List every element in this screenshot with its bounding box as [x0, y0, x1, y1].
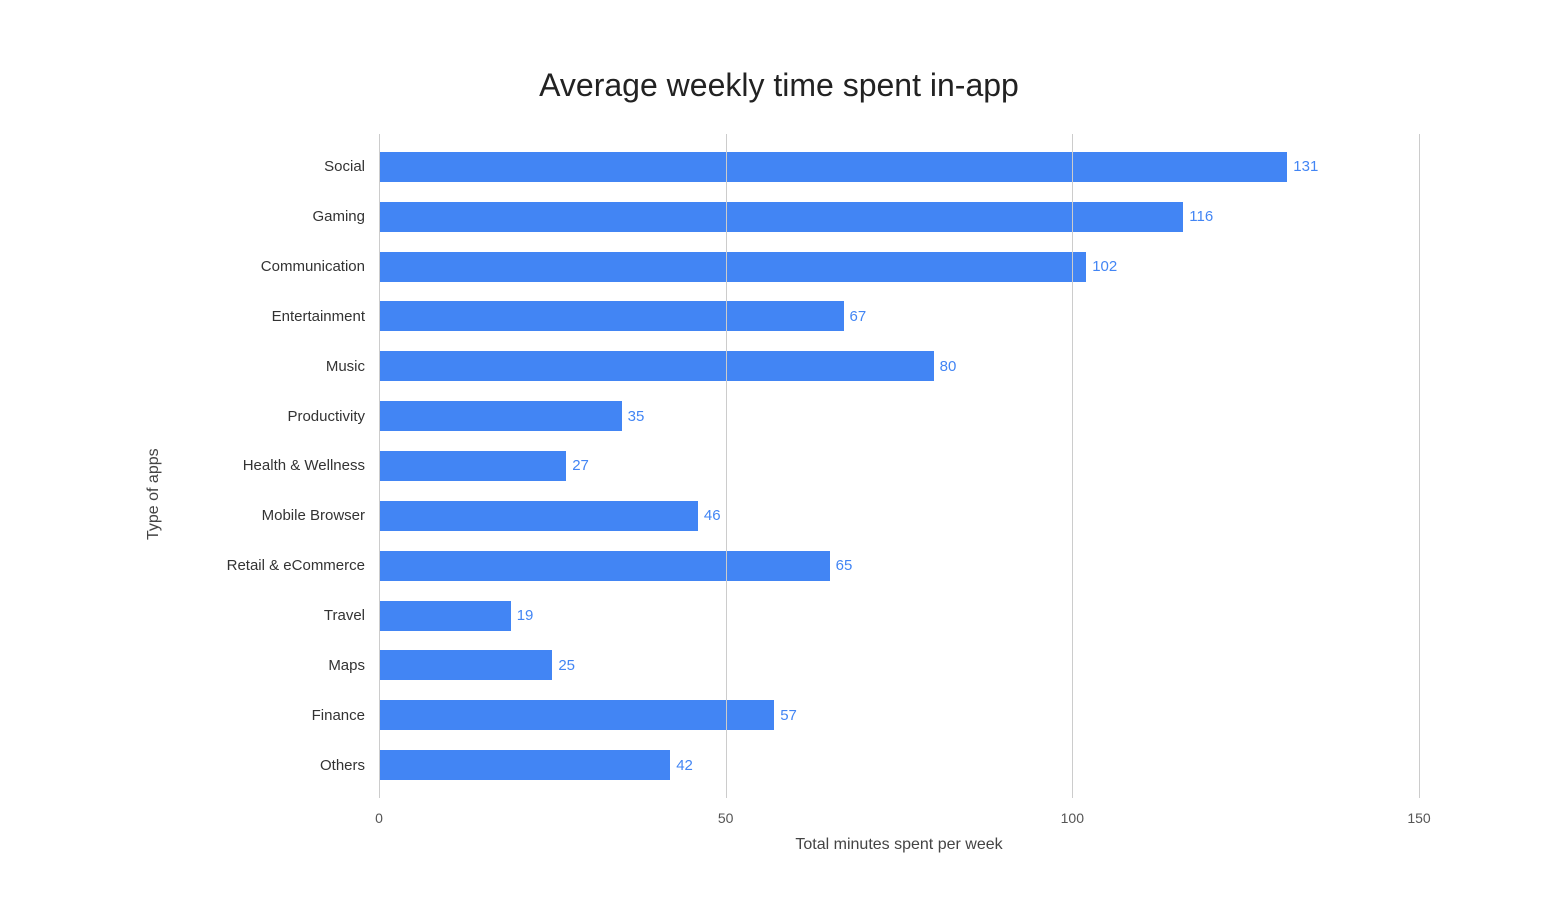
category-label: Maps: [179, 657, 379, 674]
bar-wrapper: 46: [379, 495, 1419, 537]
x-axis-label: Total minutes spent per week: [379, 836, 1419, 854]
bar-row: Mobile Browser 46: [179, 495, 1419, 537]
bar: [379, 501, 698, 531]
bar-wrapper: 102: [379, 246, 1419, 288]
bar-wrapper: 67: [379, 295, 1419, 337]
bar-row: Others 42: [179, 744, 1419, 786]
bar-value: 65: [836, 557, 853, 574]
bar-value: 25: [558, 657, 575, 674]
bar-wrapper: 19: [379, 595, 1419, 637]
category-label: Communication: [179, 258, 379, 275]
bar-row: Music 80: [179, 345, 1419, 387]
bars-and-grid: Social 131 Gaming 116 Communication 102 Entert…: [179, 134, 1419, 798]
bar-wrapper: 25: [379, 644, 1419, 686]
chart-title: Average weekly time spent in-app: [139, 67, 1419, 104]
bar-value: 57: [780, 707, 797, 724]
bar-value: 35: [628, 408, 645, 425]
bar: [379, 700, 774, 730]
category-label: Retail & eCommerce: [179, 557, 379, 574]
bar: [379, 551, 830, 581]
bar-value: 131: [1293, 158, 1318, 175]
bar-wrapper: 27: [379, 445, 1419, 487]
category-label: Others: [179, 757, 379, 774]
bar-row: Health & Wellness 27: [179, 445, 1419, 487]
category-label: Gaming: [179, 208, 379, 225]
bar-value: 102: [1092, 258, 1117, 275]
bar-value: 19: [517, 607, 534, 624]
x-tick-label: 0: [375, 810, 383, 826]
bar-wrapper: 65: [379, 545, 1419, 587]
bar-row: Entertainment 67: [179, 295, 1419, 337]
grid-line: [1419, 134, 1420, 798]
category-label: Social: [179, 158, 379, 175]
bars-container: Social 131 Gaming 116 Communication 102 Entert…: [179, 134, 1419, 798]
category-label: Productivity: [179, 408, 379, 425]
category-label: Finance: [179, 707, 379, 724]
x-axis: 050100150: [379, 798, 1419, 826]
bar: [379, 202, 1183, 232]
bar: [379, 152, 1287, 182]
bar: [379, 650, 552, 680]
bar-row: Travel 19: [179, 595, 1419, 637]
bar-value: 42: [676, 757, 693, 774]
bar-row: Maps 25: [179, 644, 1419, 686]
bar-row: Productivity 35: [179, 395, 1419, 437]
bar-value: 80: [940, 358, 957, 375]
bar-row: Finance 57: [179, 694, 1419, 736]
bar-value: 27: [572, 457, 589, 474]
y-axis-label: Type of apps: [139, 134, 169, 854]
category-label: Health & Wellness: [179, 457, 379, 474]
x-tick-label: 100: [1061, 810, 1084, 826]
category-label: Travel: [179, 607, 379, 624]
bar: [379, 401, 622, 431]
bar-value: 46: [704, 507, 721, 524]
bar-wrapper: 42: [379, 744, 1419, 786]
bar: [379, 301, 844, 331]
bar: [379, 601, 511, 631]
bar-wrapper: 57: [379, 694, 1419, 736]
bar-row: Social 131: [179, 146, 1419, 188]
x-tick-label: 150: [1407, 810, 1430, 826]
chart-container: Average weekly time spent in-app Type of…: [79, 27, 1479, 897]
bar-value: 116: [1189, 208, 1213, 225]
category-label: Music: [179, 358, 379, 375]
bar-row: Communication 102: [179, 246, 1419, 288]
bar: [379, 750, 670, 780]
bar: [379, 351, 934, 381]
bar-row: Gaming 116: [179, 196, 1419, 238]
bar-row: Retail & eCommerce 65: [179, 545, 1419, 587]
category-label: Mobile Browser: [179, 507, 379, 524]
chart-body: Social 131 Gaming 116 Communication 102 Entert…: [179, 134, 1419, 854]
bar: [379, 252, 1086, 282]
x-tick-label: 50: [718, 810, 734, 826]
bar-value: 67: [850, 308, 867, 325]
bar-wrapper: 116: [379, 196, 1419, 238]
bar-wrapper: 131: [379, 146, 1419, 188]
bar: [379, 451, 566, 481]
bar-wrapper: 35: [379, 395, 1419, 437]
bar-wrapper: 80: [379, 345, 1419, 387]
category-label: Entertainment: [179, 308, 379, 325]
chart-area: Type of apps Social 131 Gaming 116 Communica…: [139, 134, 1419, 854]
